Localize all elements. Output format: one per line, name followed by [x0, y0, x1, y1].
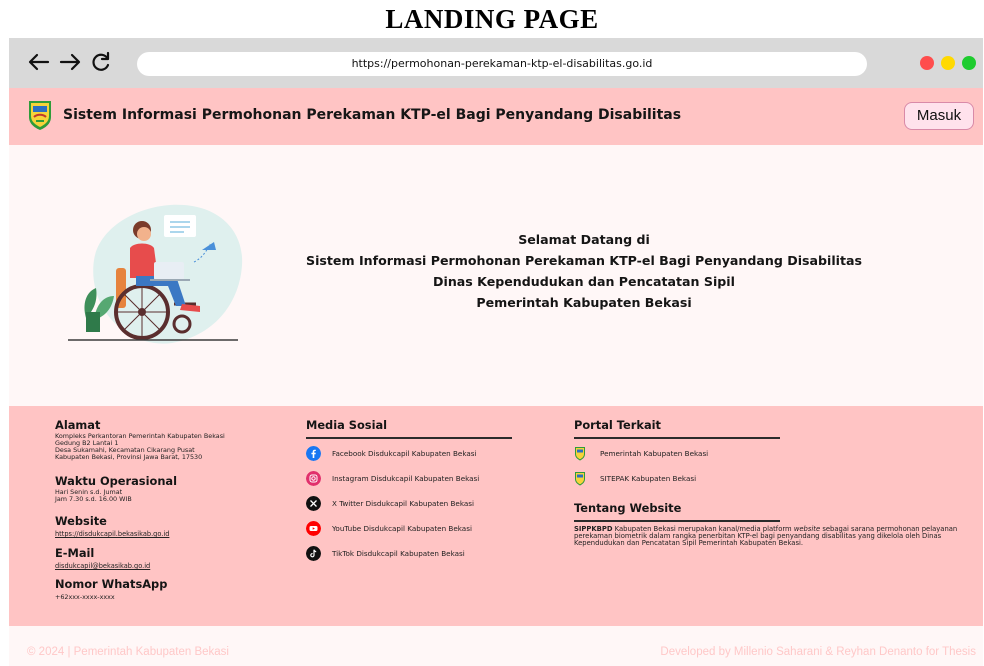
address-bar[interactable]: https://permohonan-perekaman-ktp-el-disa…	[137, 52, 867, 76]
back-arrow-icon[interactable]	[26, 49, 52, 75]
social-heading: Media Sosial	[306, 418, 388, 432]
youtube-icon	[306, 520, 321, 536]
divider	[306, 437, 512, 439]
portal-column: Portal Terkait Pemerintah Kabupaten Beka…	[574, 406, 974, 586]
instagram-link[interactable]: Instagram Disdukcapil Kabupaten Bekasi	[306, 470, 479, 486]
about-heading: Tentang Website	[574, 501, 682, 515]
forward-arrow-icon[interactable]	[57, 49, 83, 75]
welcome-line: Selamat Datang di	[518, 232, 650, 247]
email-link[interactable]: disdukcapil@bekasikab.go.id	[55, 562, 150, 570]
whatsapp-number: +62xxx-xxxx-xxxx	[55, 593, 115, 601]
youtube-link[interactable]: YouTube Disdukcapil Kabupaten Bekasi	[306, 520, 472, 536]
browser-toolbar: https://permohonan-perekaman-ktp-el-disa…	[9, 38, 983, 88]
social-label: X Twitter Disdukcapil Kabupaten Bekasi	[332, 498, 475, 508]
window-close-dot[interactable]	[920, 56, 934, 70]
footer: Alamat Kompleks Perkantoran Pemerintah K…	[9, 406, 983, 626]
welcome-line: Sistem Informasi Permohonan Perekaman KT…	[306, 253, 862, 268]
wheelchair-user-laptop-illustration	[64, 200, 249, 346]
facebook-icon	[306, 445, 321, 461]
portal-heading: Portal Terkait	[574, 418, 662, 432]
bekasi-emblem-icon	[575, 471, 585, 485]
email-heading: E-Mail	[55, 546, 95, 560]
about-text: SIPPKBPD Kabupaten Bekasi merupakan kana…	[574, 526, 974, 547]
bekasi-emblem-icon[interactable]	[27, 99, 53, 131]
social-label: Facebook Disdukcapil Kabupaten Bekasi	[332, 448, 477, 458]
copyright-text: © 2024 | Pemerintah Kabupaten Bekasi	[27, 646, 229, 658]
divider	[574, 437, 780, 439]
reload-icon[interactable]	[88, 49, 114, 75]
welcome-message: Selamat Datang di Sistem Informasi Permo…	[279, 229, 889, 313]
portal-label: SITEPAK Kabupaten Bekasi	[600, 473, 697, 483]
whatsapp-heading: Nomor WhatsApp	[55, 577, 168, 591]
address-heading: Alamat	[55, 418, 101, 432]
window-minimize-dot[interactable]	[941, 56, 955, 70]
website-heading: Website	[55, 514, 107, 528]
divider	[574, 520, 780, 522]
portal-link-pemkab[interactable]: Pemerintah Kabupaten Bekasi	[574, 445, 708, 461]
site-title: Sistem Informasi Permohonan Perekaman KT…	[63, 107, 682, 123]
credit-text: Developed by Millenio Saharani & Reyhan …	[660, 646, 976, 658]
welcome-line: Dinas Kependudukan dan Pencatatan Sipil	[433, 274, 735, 289]
login-button[interactable]: Masuk	[904, 102, 974, 130]
tiktok-icon	[306, 545, 321, 561]
portal-label: Pemerintah Kabupaten Bekasi	[600, 448, 709, 458]
address-line: Kabupaten Bekasi, Provinsi Jawa Barat, 1…	[55, 453, 203, 461]
social-label: TikTok Disdukcapil Kabupaten Bekasi	[332, 548, 465, 558]
facebook-link[interactable]: Facebook Disdukcapil Kabupaten Bekasi	[306, 445, 477, 461]
welcome-line: Pemerintah Kabupaten Bekasi	[476, 295, 692, 310]
hero-section: Selamat Datang di Sistem Informasi Permo…	[9, 145, 983, 406]
social-column: Media Sosial Facebook Disdukcapil Kabupa…	[306, 406, 516, 586]
social-label: YouTube Disdukcapil Kabupaten Bekasi	[332, 523, 472, 533]
window-maximize-dot[interactable]	[962, 56, 976, 70]
instagram-icon	[306, 470, 321, 486]
x-twitter-link[interactable]: X Twitter Disdukcapil Kabupaten Bekasi	[306, 495, 474, 511]
social-label: Instagram Disdukcapil Kabupaten Bekasi	[332, 473, 480, 483]
bekasi-emblem-icon	[575, 446, 585, 460]
website-link[interactable]: https://disdukcapil.bekasikab.go.id	[55, 530, 169, 538]
hours-heading: Waktu Operasional	[55, 474, 178, 488]
site-header: Sistem Informasi Permohonan Perekaman KT…	[9, 88, 983, 145]
hours-line: Jam 7.30 s.d. 16.00 WIB	[55, 495, 132, 503]
tiktok-link[interactable]: TikTok Disdukcapil Kabupaten Bekasi	[306, 545, 465, 561]
bottom-bar: © 2024 | Pemerintah Kabupaten Bekasi Dev…	[9, 626, 983, 666]
portal-link-sitepak[interactable]: SITEPAK Kabupaten Bekasi	[574, 470, 696, 486]
page-heading: LANDING PAGE	[385, 4, 599, 34]
x-twitter-icon	[306, 495, 321, 511]
